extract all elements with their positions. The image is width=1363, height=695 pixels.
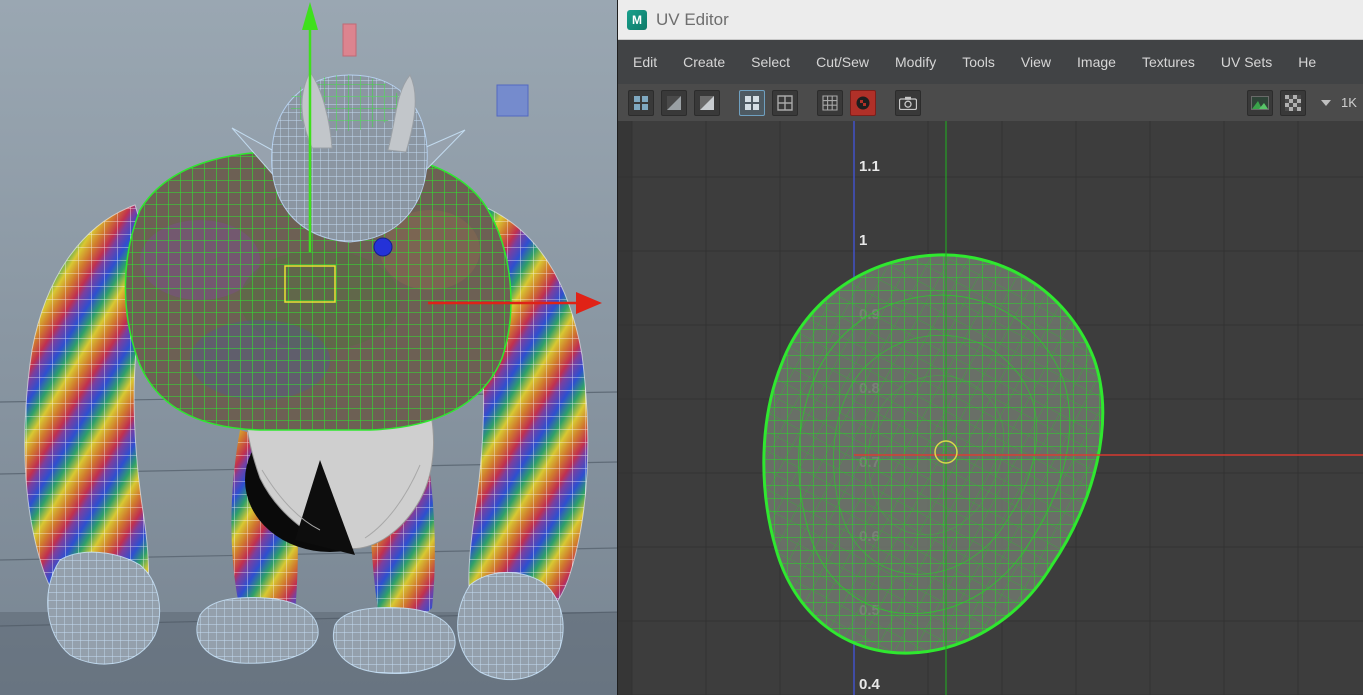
uv-snapshot-camera-icon[interactable] [895,90,921,116]
panel-title: UV Editor [656,10,729,30]
viewport-3d[interactable] [0,0,617,695]
uv-editor-toolbar: 1K [618,84,1363,121]
menu-view[interactable]: View [1008,40,1064,84]
checkered-tiles-toggle-icon[interactable] [850,90,876,116]
dim-image-icon[interactable] [661,90,687,116]
menu-help[interactable]: He [1285,40,1329,84]
svg-text:1.1: 1.1 [859,158,880,175]
svg-text:0.4: 0.4 [859,676,881,693]
grid-tiles-icon[interactable] [772,90,798,116]
uv-editor-menubar: Edit Create Select Cut/Sew Modify Tools … [618,40,1363,84]
menu-tools[interactable]: Tools [949,40,1008,84]
menu-cut-sew[interactable]: Cut/Sew [803,40,882,84]
maya-logo-letter: M [632,13,642,27]
manipulator-center-sphere[interactable] [374,238,392,256]
image-display-icon[interactable] [1247,90,1273,116]
menu-select[interactable]: Select [738,40,803,84]
uv-editor-titlebar: M UV Editor [618,0,1363,40]
plane-handle-blue[interactable] [497,85,528,116]
uv-canvas[interactable]: 1.1 1 0.9 0.8 0.7 0.6 0.5 0.4 [618,121,1363,695]
pixel-grid-icon[interactable] [817,90,843,116]
texture-size-label[interactable]: 1K [1341,95,1363,110]
brighten-image-icon[interactable] [694,90,720,116]
grid-tiles-active-icon[interactable] [739,90,765,116]
chevron-down-icon[interactable] [1321,100,1331,106]
menu-modify[interactable]: Modify [882,40,949,84]
menu-uv-sets[interactable]: UV Sets [1208,40,1285,84]
maya-logo-icon: M [627,10,647,30]
svg-text:1: 1 [859,232,867,249]
menu-create[interactable]: Create [670,40,738,84]
maya-workspace: M UV Editor Edit Create Select Cut/Sew M… [0,0,1363,695]
menu-image[interactable]: Image [1064,40,1129,84]
plane-handle-pink[interactable] [343,24,356,56]
menu-textures[interactable]: Textures [1129,40,1208,84]
uv-editor-panel: M UV Editor Edit Create Select Cut/Sew M… [617,0,1363,695]
checker-map-icon[interactable] [1280,90,1306,116]
uv-grid-left-strip [618,121,632,695]
tile-layout-icon[interactable] [628,90,654,116]
menu-edit[interactable]: Edit [620,40,670,84]
